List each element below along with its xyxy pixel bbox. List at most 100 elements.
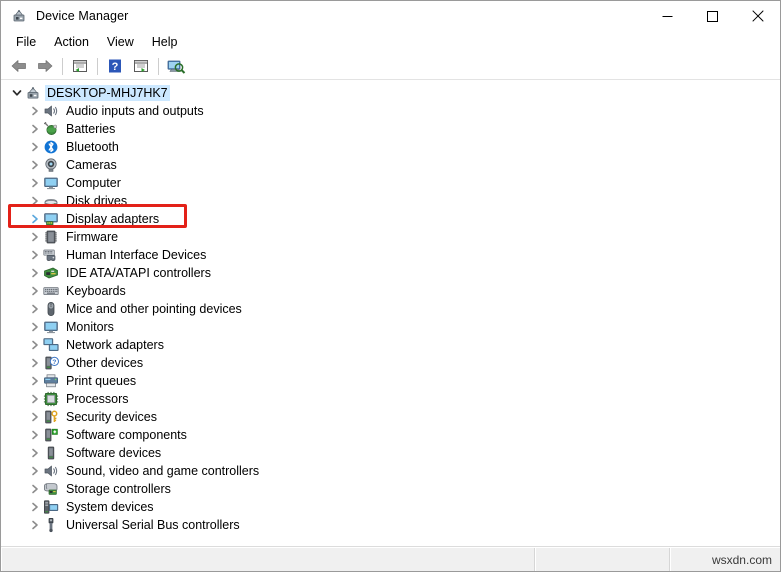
chevron-right-icon[interactable] [27, 138, 43, 156]
menu-file[interactable]: File [7, 32, 45, 52]
chevron-right-icon[interactable] [27, 462, 43, 480]
computer-root-icon [25, 85, 41, 101]
chevron-right-icon[interactable] [27, 498, 43, 516]
tree-node-label: Network adapters [66, 338, 164, 352]
ide-controller-icon [43, 265, 59, 281]
tree-node-batteries[interactable]: Batteries [1, 120, 780, 138]
tree-node-label: Display adapters [66, 212, 160, 226]
tree-node-label: Software devices [66, 446, 162, 460]
tree-node-firmware[interactable]: Firmware [1, 228, 780, 246]
tree-node-universal-serial-bus-controllers[interactable]: Universal Serial Bus controllers [1, 516, 780, 534]
tree-node-mice-and-other-pointing-devices[interactable]: Mice and other pointing devices [1, 300, 780, 318]
properties-button[interactable] [128, 54, 154, 78]
tree-node-network-adapters[interactable]: Network adapters [1, 336, 780, 354]
chevron-right-icon[interactable] [27, 516, 43, 534]
tree-node-audio-inputs-and-outputs[interactable]: Audio inputs and outputs [1, 102, 780, 120]
tree-node-display-adapters[interactable]: Display adapters [1, 210, 780, 228]
tree-node-label: Security devices [66, 410, 158, 424]
tree-node-human-interface-devices[interactable]: Human Interface Devices [1, 246, 780, 264]
tree-node-label: Mice and other pointing devices [66, 302, 242, 316]
tree-node-label: Processors [66, 392, 129, 406]
tree-node-label: Disk drives [66, 194, 128, 208]
tree-node-label: Other devices [66, 356, 144, 370]
tree-node-sound-video-and-game-controllers[interactable]: Sound, video and game controllers [1, 462, 780, 480]
chevron-right-icon[interactable] [27, 300, 43, 318]
device-manager-icon [11, 8, 27, 24]
menu-view[interactable]: View [98, 32, 143, 52]
chevron-right-icon[interactable] [27, 264, 43, 282]
unknown-device-icon: ? [43, 355, 59, 371]
tree-node-print-queues[interactable]: Print queues [1, 372, 780, 390]
chevron-right-icon[interactable] [27, 210, 43, 228]
chevron-right-icon[interactable] [27, 282, 43, 300]
tree-node-security-devices[interactable]: Security devices [1, 408, 780, 426]
svg-text:?: ? [52, 359, 56, 366]
tree-node-processors[interactable]: Processors [1, 390, 780, 408]
tree-node-other-devices[interactable]: ? Other devices [1, 354, 780, 372]
usb-icon [43, 517, 59, 533]
tree-node-label: Batteries [66, 122, 116, 136]
status-pane-secondary [535, 548, 670, 571]
menu-help[interactable]: Help [143, 32, 187, 52]
tree-node-root-label: DESKTOP-MHJ7HK7 [45, 85, 170, 101]
toolbar: ? [1, 53, 780, 80]
tree-node-root[interactable]: DESKTOP-MHJ7HK7 [1, 84, 780, 102]
menu-action[interactable]: Action [45, 32, 98, 52]
tree-node-label: Computer [66, 176, 121, 190]
scan-for-hardware-changes-button[interactable] [163, 54, 189, 78]
minimize-button[interactable] [645, 1, 690, 31]
tree-node-monitors[interactable]: Monitors [1, 318, 780, 336]
close-button[interactable] [735, 1, 780, 31]
chevron-down-icon[interactable] [9, 84, 25, 102]
chevron-right-icon[interactable] [27, 120, 43, 138]
tree-node-storage-controllers[interactable]: Storage controllers [1, 480, 780, 498]
network-adapter-icon [43, 337, 59, 353]
chevron-right-icon[interactable] [27, 390, 43, 408]
disk-drive-icon [43, 193, 59, 209]
system-device-icon [43, 499, 59, 515]
printer-icon [43, 373, 59, 389]
device-tree-pane[interactable]: DESKTOP-MHJ7HK7 Audio inputs and outputs [1, 80, 780, 547]
tree-node-software-components[interactable]: Software components [1, 426, 780, 444]
maximize-button[interactable] [690, 1, 735, 31]
tree-node-bluetooth[interactable]: Bluetooth [1, 138, 780, 156]
title-bar: Device Manager [1, 1, 780, 31]
battery-icon [43, 121, 59, 137]
chevron-right-icon[interactable] [27, 480, 43, 498]
chevron-right-icon[interactable] [27, 192, 43, 210]
chevron-right-icon[interactable] [27, 336, 43, 354]
tree-node-disk-drives[interactable]: Disk drives [1, 192, 780, 210]
chevron-right-icon[interactable] [27, 372, 43, 390]
window-title: Device Manager [36, 9, 129, 23]
chevron-right-icon[interactable] [27, 102, 43, 120]
tree-node-label: Sound, video and game controllers [66, 464, 260, 478]
toolbar-separator-2 [97, 57, 98, 75]
tree-node-system-devices[interactable]: System devices [1, 498, 780, 516]
chevron-right-icon[interactable] [27, 228, 43, 246]
chevron-right-icon[interactable] [27, 174, 43, 192]
tree-node-computer[interactable]: Computer [1, 174, 780, 192]
tree-node-label: Human Interface Devices [66, 248, 207, 262]
chevron-right-icon[interactable] [27, 426, 43, 444]
tree-node-software-devices[interactable]: Software devices [1, 444, 780, 462]
chevron-right-icon[interactable] [27, 408, 43, 426]
chevron-right-icon[interactable] [27, 156, 43, 174]
chevron-right-icon[interactable] [27, 444, 43, 462]
software-component-icon [43, 427, 59, 443]
menu-bar: File Action View Help [1, 31, 780, 53]
title-bar-left: Device Manager [1, 8, 128, 24]
back-button[interactable] [6, 54, 32, 78]
security-device-icon [43, 409, 59, 425]
chevron-right-icon[interactable] [27, 318, 43, 336]
tree-node-cameras[interactable]: Cameras [1, 156, 780, 174]
storage-controller-icon [43, 481, 59, 497]
chevron-right-icon[interactable] [27, 246, 43, 264]
status-pane-main [1, 548, 535, 571]
help-button[interactable]: ? [102, 54, 128, 78]
chevron-right-icon[interactable] [27, 354, 43, 372]
tree-node-ide-ata-atapi-controllers[interactable]: IDE ATA/ATAPI controllers [1, 264, 780, 282]
speaker-icon [43, 103, 59, 119]
forward-button[interactable] [32, 54, 58, 78]
show-hide-console-tree-button[interactable] [67, 54, 93, 78]
tree-node-keyboards[interactable]: Keyboards [1, 282, 780, 300]
